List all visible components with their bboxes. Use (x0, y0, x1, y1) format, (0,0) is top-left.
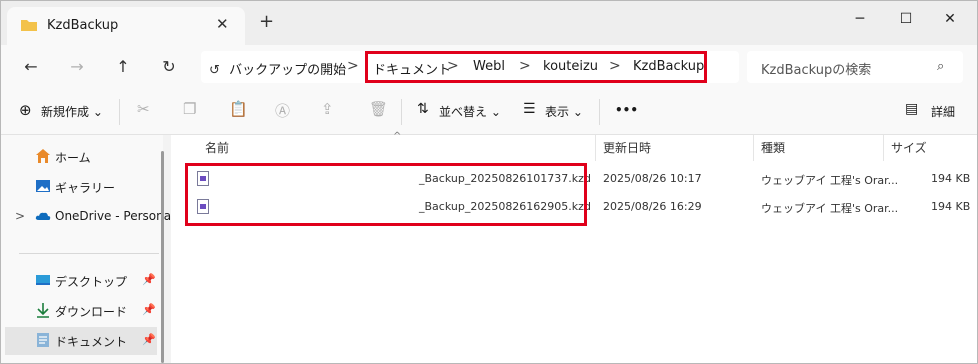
share-icon[interactable]: ⇪ (321, 100, 334, 118)
details-icon: ▤ (905, 101, 919, 117)
sidebar-item-label: デスクトップ (55, 275, 128, 289)
file-type: ウェッブアイ 工程's Orar... (761, 174, 899, 187)
window-close-button[interactable]: ✕ (927, 7, 973, 31)
view-button[interactable]: 表示 ⌄ (545, 103, 583, 120)
new-button[interactable]: 新規作成 ⌄ (41, 103, 103, 120)
column-header-type[interactable]: 種類 (761, 139, 785, 156)
documents-icon (37, 333, 49, 347)
onedrive-icon (35, 212, 51, 220)
toolbar-divider (401, 99, 402, 125)
close-icon[interactable]: ✕ (216, 15, 229, 33)
search-input[interactable]: KzdBackupの検索 ⌕ (747, 51, 963, 83)
download-icon (37, 303, 49, 318)
sidebar-item-gallery[interactable]: ギャラリー (15, 173, 163, 201)
minimize-button[interactable]: ─ (837, 7, 883, 31)
column-header-name[interactable]: 名前 (205, 139, 229, 156)
delete-icon[interactable]: 🗑 (369, 100, 388, 118)
sidebar-item-label: ドキュメント (55, 335, 128, 349)
sort-caret-icon: ^ (393, 131, 402, 142)
sort-button[interactable]: 並べ替え ⌄ (439, 103, 501, 120)
column-divider[interactable] (753, 135, 754, 161)
forward-button[interactable]: → (63, 55, 91, 79)
sidebar-item-label: ホーム (55, 151, 91, 165)
pin-icon[interactable]: 📌 (142, 303, 156, 316)
new-icon: ⊕ (19, 101, 32, 119)
sidebar-item-label: ギャラリー (55, 181, 116, 195)
address-bar[interactable]: ↺ バックアップの開始 > ドキュメント > Webl > kouteizu >… (201, 51, 739, 83)
toolbar-divider (119, 99, 120, 125)
folder-icon (21, 20, 37, 31)
sidebar-item-label: OneDrive - Persona (55, 209, 172, 223)
sidebar-item-downloads[interactable]: ダウンロード 📌 (15, 297, 163, 325)
more-options-button[interactable]: ••• (615, 103, 638, 117)
chevron-right-icon[interactable]: > (15, 209, 25, 223)
tab-kzdbackup[interactable]: KzdBackup ✕ (7, 7, 245, 45)
paste-icon[interactable]: 📋 (229, 100, 248, 118)
breadcrumb-separator[interactable]: > (609, 58, 621, 74)
sort-icon: ⇅ (417, 101, 429, 117)
pin-icon[interactable]: 📌 (142, 333, 156, 346)
search-icon: ⌕ (937, 59, 945, 74)
file-size: 194 KB (931, 200, 971, 213)
file-date: 2025/08/26 16:29 (603, 200, 702, 213)
gallery-icon (36, 180, 50, 192)
new-tab-button[interactable]: + (259, 13, 274, 31)
sidebar-item-label: ダウンロード (55, 305, 128, 319)
sidebar-item-onedrive[interactable]: > OneDrive - Persona (1, 203, 171, 231)
column-divider[interactable] (883, 135, 884, 161)
cut-icon[interactable]: ✂ (137, 100, 150, 118)
view-icon: ☰ (523, 101, 536, 117)
breadcrumb-home-label: バックアップの開始 (229, 63, 347, 78)
address-row: ← → ↑ ↻ ↺ バックアップの開始 > ドキュメント > Webl > ko… (1, 45, 977, 89)
sidebar-item-documents[interactable]: ドキュメント 📌 (5, 327, 157, 355)
details-button[interactable]: 詳細 (931, 103, 955, 120)
file-size: 194 KB (931, 172, 971, 185)
file-list: ^ 名前 更新日時 種類 サイズ _Backup_20250826101737.… (171, 131, 977, 363)
file-explorer-window: KzdBackup ✕ + ─ ☐ ✕ ← → ↑ ↻ ↺ バックアップの開始 … (0, 0, 978, 364)
command-bar: ⊕ 新規作成 ⌄ ✂ ❐ 📋 Ⓐ ⇪ 🗑 ⇅ 並べ替え ⌄ ☰ 表示 ⌄ •••… (1, 89, 977, 135)
refresh-button[interactable]: ↻ (155, 55, 183, 79)
rename-icon[interactable]: Ⓐ (275, 100, 290, 121)
pin-icon[interactable]: 📌 (142, 273, 156, 286)
sidebar-item-home[interactable]: ホーム (15, 143, 163, 171)
home-icon (36, 149, 50, 163)
sidebar-divider (19, 253, 159, 254)
breadcrumb-documents[interactable]: ドキュメント (373, 59, 451, 78)
breadcrumb-home[interactable]: ↺ バックアップの開始 (209, 59, 346, 78)
column-header-size[interactable]: サイズ (891, 139, 927, 156)
backup-icon: ↺ (209, 63, 220, 78)
toolbar-divider (599, 99, 600, 125)
navigation-pane: ホーム ギャラリー > OneDrive - Persona デスクトップ 📌 (1, 135, 171, 363)
file-date: 2025/08/26 10:17 (603, 172, 702, 185)
search-placeholder: KzdBackupの検索 (761, 63, 872, 78)
tab-title: KzdBackup (47, 18, 119, 33)
desktop-icon (36, 275, 50, 285)
column-divider[interactable] (595, 135, 596, 161)
breadcrumb-kzdbackup[interactable]: KzdBackup (633, 59, 704, 74)
breadcrumb-kouteizu[interactable]: kouteizu (543, 59, 598, 74)
copy-icon[interactable]: ❐ (183, 100, 196, 118)
breadcrumb-separator[interactable]: > (447, 58, 459, 74)
tab-bar: KzdBackup ✕ + ─ ☐ ✕ (1, 1, 977, 45)
breadcrumb-separator[interactable]: > (519, 58, 531, 74)
sidebar-scrollbar[interactable] (161, 151, 164, 363)
up-button[interactable]: ↑ (109, 55, 137, 79)
breadcrumb-webl[interactable]: Webl (473, 59, 505, 74)
back-button[interactable]: ← (17, 55, 45, 79)
column-header-date[interactable]: 更新日時 (603, 139, 651, 156)
sidebar-item-desktop[interactable]: デスクトップ 📌 (15, 267, 163, 295)
breadcrumb-separator[interactable]: > (347, 58, 359, 74)
files-highlight-box (185, 163, 587, 226)
maximize-button[interactable]: ☐ (883, 7, 929, 31)
file-type: ウェッブアイ 工程's Orar... (761, 202, 899, 215)
